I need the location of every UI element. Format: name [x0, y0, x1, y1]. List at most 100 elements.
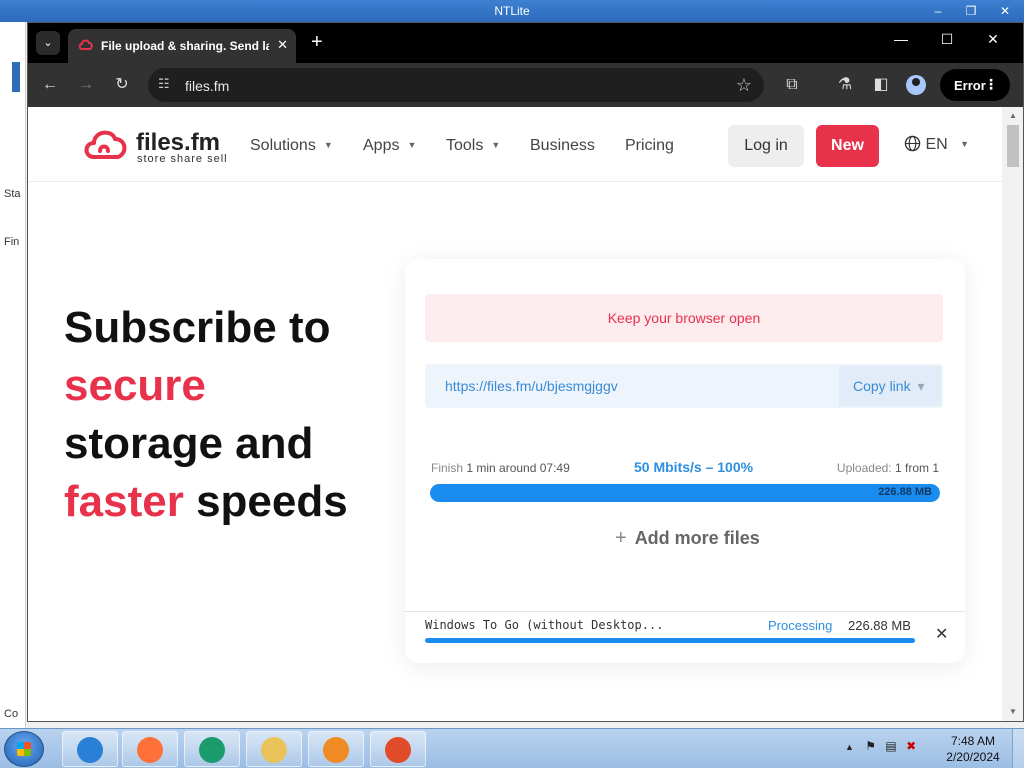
taskbar-media-player[interactable] [308, 731, 364, 767]
system-tray: ▲ ⚑ ▤ ✖ [845, 739, 916, 753]
finish-value: 1 min around 07:49 [466, 461, 570, 475]
forward-button[interactable]: → [76, 75, 96, 95]
chevron-down-icon: ▼ [323, 140, 333, 150]
ntlite-titlebar: NTLite – ❐ ✕ [0, 0, 1024, 22]
browser-icon [199, 737, 225, 763]
folder-icon [261, 737, 287, 763]
show-desktop-button[interactable] [1012, 729, 1024, 768]
browser-error-button[interactable]: Error ⋮ [940, 69, 1010, 101]
bookmark-star-icon[interactable]: ☆ [736, 75, 752, 96]
internet-explorer-icon [77, 737, 103, 763]
add-more-files-button[interactable]: + Add more files [615, 527, 760, 550]
scroll-thumb[interactable] [1007, 125, 1019, 167]
hero-line: faster speeds [64, 473, 394, 531]
remove-file-close-icon[interactable]: ✕ [935, 624, 948, 644]
share-url[interactable]: https://files.fm/u/bjesmgjggv [445, 378, 618, 394]
scroll-up-arrow-icon[interactable]: ▲ [1009, 111, 1017, 120]
network-icon[interactable]: ▤ [885, 739, 896, 753]
browser-minimize-button[interactable]: — [891, 31, 911, 47]
nav-business[interactable]: Business [530, 137, 595, 155]
upload-card: Keep your browser open https://files.fm/… [405, 259, 965, 663]
upload-speed: 50 Mbits/s – 100% [634, 459, 754, 475]
uploaded-count: Uploaded: 1 from 1 [837, 461, 939, 475]
side-panel-icon[interactable]: ◧ [871, 75, 891, 95]
ntlite-restore-button[interactable]: ❐ [963, 3, 979, 19]
windows-taskbar: ▲ ⚑ ▤ ✖ 7:48 AM 2/20/2024 [0, 728, 1024, 768]
nav-solutions[interactable]: Solutions ▼ [250, 137, 333, 155]
reload-button[interactable]: ↻ [112, 75, 132, 95]
taskbar-browser[interactable] [184, 731, 240, 767]
new-tab-button[interactable]: + [311, 31, 323, 54]
profile-avatar-icon[interactable] [906, 75, 926, 95]
extensions-icon[interactable]: ⧉ [782, 75, 802, 95]
nav-pricing[interactable]: Pricing [625, 137, 674, 155]
add-more-label: Add more files [634, 528, 760, 548]
error-label: Error [954, 78, 986, 93]
tab-files-fm[interactable]: File upload & sharing. Send large files … [68, 29, 296, 63]
hero-line-accent: secure [64, 361, 206, 410]
hero-rest: speeds [183, 477, 348, 526]
taskbar-clock[interactable]: 7:48 AM 2/20/2024 [942, 733, 1004, 765]
tray-overflow-arrow-icon[interactable]: ▲ [845, 742, 854, 752]
labs-flask-icon[interactable]: ⚗ [835, 75, 855, 95]
chevron-down-icon: ▼ [407, 140, 417, 150]
browser-maximize-button[interactable]: ☐ [937, 31, 957, 48]
language-selector[interactable]: EN ▼ [904, 135, 969, 154]
copy-link-label: Copy link [853, 378, 911, 394]
uploaded-value: 1 from 1 [894, 461, 939, 475]
copy-link-button[interactable]: Copy link ▾ [839, 366, 941, 406]
nav-label: Pricing [625, 137, 674, 154]
tab-close-icon[interactable]: ✕ [277, 37, 288, 53]
ntlite-minimize-button[interactable]: – [930, 3, 946, 19]
tab-search-button[interactable]: ⌄ [36, 31, 60, 55]
firefox-icon [137, 737, 163, 763]
plus-icon: + [615, 527, 627, 549]
page-scrollbar[interactable]: ▲ ▼ [1002, 107, 1023, 721]
back-button[interactable]: ← [40, 75, 60, 95]
upload-progress-size: 226.88 MB [878, 486, 932, 498]
ntlite-side-accent [12, 62, 20, 92]
uploaded-label: Uploaded: [836, 461, 892, 475]
finish-estimate: Finish 1 min around 07:49 [431, 461, 570, 475]
action-center-flag-icon[interactable]: ⚑ [865, 739, 876, 753]
upload-progress-fill [430, 484, 940, 502]
nav-tools[interactable]: Tools ▼ [446, 137, 500, 155]
files-fm-favicon-icon [78, 38, 94, 55]
taskbar-internet-explorer[interactable] [62, 731, 118, 767]
hero-line: storage and [64, 419, 314, 468]
start-button[interactable] [4, 731, 44, 767]
chevron-down-icon: ▼ [491, 140, 501, 150]
new-button[interactable]: New [816, 125, 879, 167]
menu-dots-icon: ⋮ [984, 76, 998, 92]
volume-muted-icon[interactable]: ✖ [906, 739, 916, 753]
file-list-item: Windows To Go (without Desktop... Proces… [405, 611, 965, 663]
file-size: 226.88 MB [848, 618, 911, 633]
files-fm-logo-icon[interactable] [82, 125, 130, 170]
ntlite-side-label: Co [4, 708, 19, 720]
address-bar[interactable]: ☷ files.fm ☆ [148, 68, 764, 102]
upload-stats: Finish 1 min around 07:49 50 Mbits/s – 1… [431, 459, 939, 479]
browser-close-button[interactable]: ✕ [983, 31, 1003, 48]
page-content: files.fm store share sell Solutions ▼ App… [28, 107, 1002, 721]
file-progress-bar [425, 638, 915, 643]
site-info-icon[interactable]: ☷ [158, 76, 170, 92]
file-progress-fill [425, 638, 915, 643]
keep-browser-open-notice: Keep your browser open [425, 294, 943, 342]
globe-icon [904, 135, 925, 153]
login-button[interactable]: Log in [728, 125, 804, 167]
taskbar-firefox[interactable] [122, 731, 178, 767]
hero-accent-word: faster [64, 477, 184, 526]
site-header: files.fm store share sell Solutions ▼ App… [28, 107, 1002, 182]
nav-apps[interactable]: Apps ▼ [363, 137, 416, 155]
ntlite-close-button[interactable]: ✕ [997, 3, 1013, 19]
clock-date: 2/20/2024 [946, 750, 1000, 764]
scroll-down-arrow-icon[interactable]: ▼ [1009, 707, 1017, 716]
nav-label: Solutions [250, 137, 316, 154]
upload-progress-bar: 226.88 MB [430, 484, 940, 502]
hero-heading: Subscribe to secure storage and faster s… [64, 299, 394, 531]
address-url[interactable]: files.fm [185, 78, 229, 94]
finish-label: Finish [431, 461, 464, 475]
nav-label: Tools [446, 137, 484, 154]
taskbar-ntlite[interactable] [370, 731, 426, 767]
taskbar-file-explorer[interactable] [246, 731, 302, 767]
